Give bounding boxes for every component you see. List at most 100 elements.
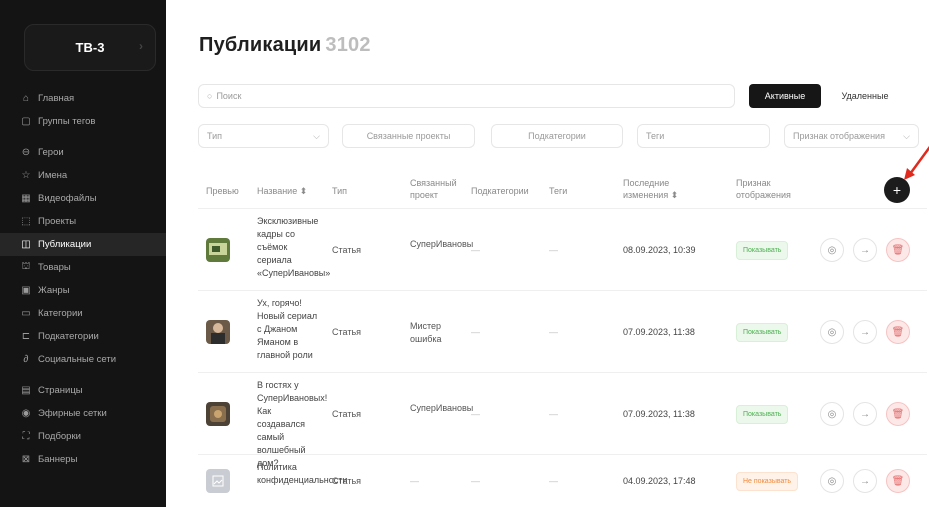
pages-icon: ▤ [21, 385, 31, 396]
table-row[interactable]: Эксклюзивные кадры со съёмок сериала «Су… [198, 208, 927, 291]
projects-icon: ⬚ [21, 216, 31, 227]
sidebar-item-projects[interactable]: ⬚ Проекты [0, 210, 166, 233]
search-input[interactable]: ○ Поиск [198, 84, 735, 108]
sidebar-item-genres[interactable]: ▣ Жанры [0, 279, 166, 302]
star-icon: ☆ [21, 170, 31, 181]
type-filter[interactable]: Тип ⌵ [198, 124, 329, 148]
publication-type: Статья [332, 245, 362, 255]
sidebar-item-social[interactable]: ∂ Социальные сети [0, 348, 166, 371]
publication-modified: 07.09.2023, 11:38 [623, 327, 695, 337]
header-name[interactable]: Название ⬍ [257, 185, 307, 197]
logo-text: ТВ-3 [75, 40, 105, 55]
sidebar-item-subcategories[interactable]: ⊏ Подкатегории [0, 325, 166, 348]
view-button[interactable]: ◎ [820, 469, 844, 493]
link-icon: ∂ [23, 354, 29, 365]
search-icon: ○ [207, 91, 213, 101]
arrow-right-icon: → [860, 408, 870, 420]
chevron-right-icon: › [139, 39, 143, 53]
table-row[interactable]: Ух, горячо! Новый сериал с Джаном Яманом… [198, 290, 927, 373]
sidebar-item-broadcast[interactable]: ◉ Эфирные сетки [0, 402, 166, 425]
publication-count: 3102 [325, 34, 371, 56]
open-button[interactable]: → [853, 469, 877, 493]
folder-icon: ▭ [21, 308, 31, 319]
tab-active[interactable]: Активные [749, 84, 821, 108]
trash-icon: 🗑 [891, 326, 905, 338]
delete-button[interactable]: 🗑 [886, 402, 910, 426]
publication-name[interactable]: Политика конфиденциальности [257, 461, 347, 487]
annotation-arrow-icon [904, 145, 929, 180]
open-button[interactable]: → [853, 320, 877, 344]
publication-subcategories: — [471, 245, 480, 255]
view-button[interactable]: ◎ [820, 402, 844, 426]
sidebar-item-categories[interactable]: ▭ Категории [0, 302, 166, 325]
publication-project: — [410, 476, 419, 486]
tab-deleted[interactable]: Удаленные [821, 84, 909, 108]
main-content: Публикации 3102 ○ Поиск Активные Удаленны… [174, 0, 929, 507]
subcategories-filter-label: Подкатегории [528, 131, 586, 141]
sidebar-item-videos[interactable]: ▦ Видеофайлы [0, 187, 166, 210]
open-button[interactable]: → [853, 402, 877, 426]
status-tabs: Активные Удаленные [749, 84, 909, 108]
table-row[interactable]: В гостях у СуперИвановых! Как создавался… [198, 372, 927, 468]
goods-icon: ⛫ [21, 261, 31, 272]
sidebar-item-names[interactable]: ☆ Имена [0, 164, 166, 187]
subcategories-filter[interactable]: Подкатегории [491, 124, 623, 148]
eye-icon: ◎ [827, 475, 837, 487]
delete-button[interactable]: 🗑 [886, 320, 910, 344]
header-display: Признак отображения [736, 178, 791, 200]
publications-icon: ◫ [21, 239, 31, 250]
video-icon: ▦ [21, 193, 31, 204]
header-subcategories: Подкатегории [471, 186, 529, 196]
publication-subcategories: — [471, 409, 480, 419]
publication-subcategories: — [471, 327, 480, 337]
delete-button[interactable]: 🗑 [886, 469, 910, 493]
sidebar-item-label: Проекты [38, 216, 77, 227]
sidebar-item-publications[interactable]: ◫ Публикации [0, 233, 166, 256]
trash-icon: 🗑 [891, 475, 905, 487]
projects-filter-label: Связанные проекты [366, 131, 451, 141]
sidebar-item-goods[interactable]: ⛫ Товары [0, 256, 166, 279]
sidebar-edge [166, 0, 174, 507]
publication-name[interactable]: Ух, горячо! Новый сериал с Джаном Яманом… [257, 297, 321, 362]
publication-project: СуперИвановы [410, 403, 474, 413]
preview-thumbnail [206, 402, 230, 426]
tags-filter[interactable]: Теги [637, 124, 770, 148]
sidebar-item-pages[interactable]: ▤ Страницы [0, 379, 166, 402]
view-button[interactable]: ◎ [820, 238, 844, 262]
table-row[interactable]: Политика конфиденциальности Статья — — —… [198, 454, 927, 508]
header-modified[interactable]: Последние изменения ⬍ [623, 177, 703, 201]
sidebar-item-tag-groups[interactable]: ▢ Группы тегов [0, 110, 166, 133]
sidebar-item-label: Подкатегории [38, 331, 99, 342]
publication-name[interactable]: Эксклюзивные кадры со съёмок сериала «Су… [257, 215, 330, 280]
banner-icon: ⊠ [21, 454, 31, 465]
sidebar: ТВ-3 › ⌂ Главная ▢ Группы тегов ⊖ Герои ☆ Им… [0, 0, 174, 507]
display-filter[interactable]: Признак отображения ⌵ [784, 124, 919, 148]
delete-button[interactable]: 🗑 [886, 238, 910, 262]
publication-tags: — [549, 476, 558, 486]
view-button[interactable]: ◎ [820, 320, 844, 344]
project-selector[interactable]: ТВ-3 › [24, 24, 156, 71]
sidebar-item-label: Эфирные сетки [38, 408, 107, 419]
sidebar-item-label: Главная [38, 93, 75, 104]
sidebar-item-label: Видеофайлы [38, 193, 97, 204]
header-project: Связанный проект [410, 178, 457, 200]
sidebar-item-banners[interactable]: ⊠ Баннеры [0, 448, 166, 471]
preview-thumbnail [206, 320, 230, 344]
home-icon: ⌂ [22, 93, 30, 104]
sidebar-item-collections[interactable]: ⛶ Подборки [0, 425, 166, 448]
type-filter-label: Тип [207, 131, 223, 141]
publication-tags: — [549, 409, 558, 419]
sidebar-item-label: Категории [38, 308, 83, 319]
sidebar-item-home[interactable]: ⌂ Главная [0, 87, 166, 110]
collections-icon: ⛶ [22, 431, 30, 442]
chevron-down-icon: ⌵ [313, 130, 320, 141]
header-type: Тип [332, 186, 348, 196]
sidebar-item-heroes[interactable]: ⊖ Герои [0, 141, 166, 164]
sidebar-item-label: Баннеры [38, 454, 78, 465]
projects-filter[interactable]: Связанные проекты [342, 124, 475, 148]
publication-tags: — [549, 245, 558, 255]
page-title-text: Публикации [199, 34, 322, 56]
open-button[interactable]: → [853, 238, 877, 262]
preview-thumbnail [206, 238, 230, 262]
search-placeholder: Поиск [216, 91, 242, 101]
